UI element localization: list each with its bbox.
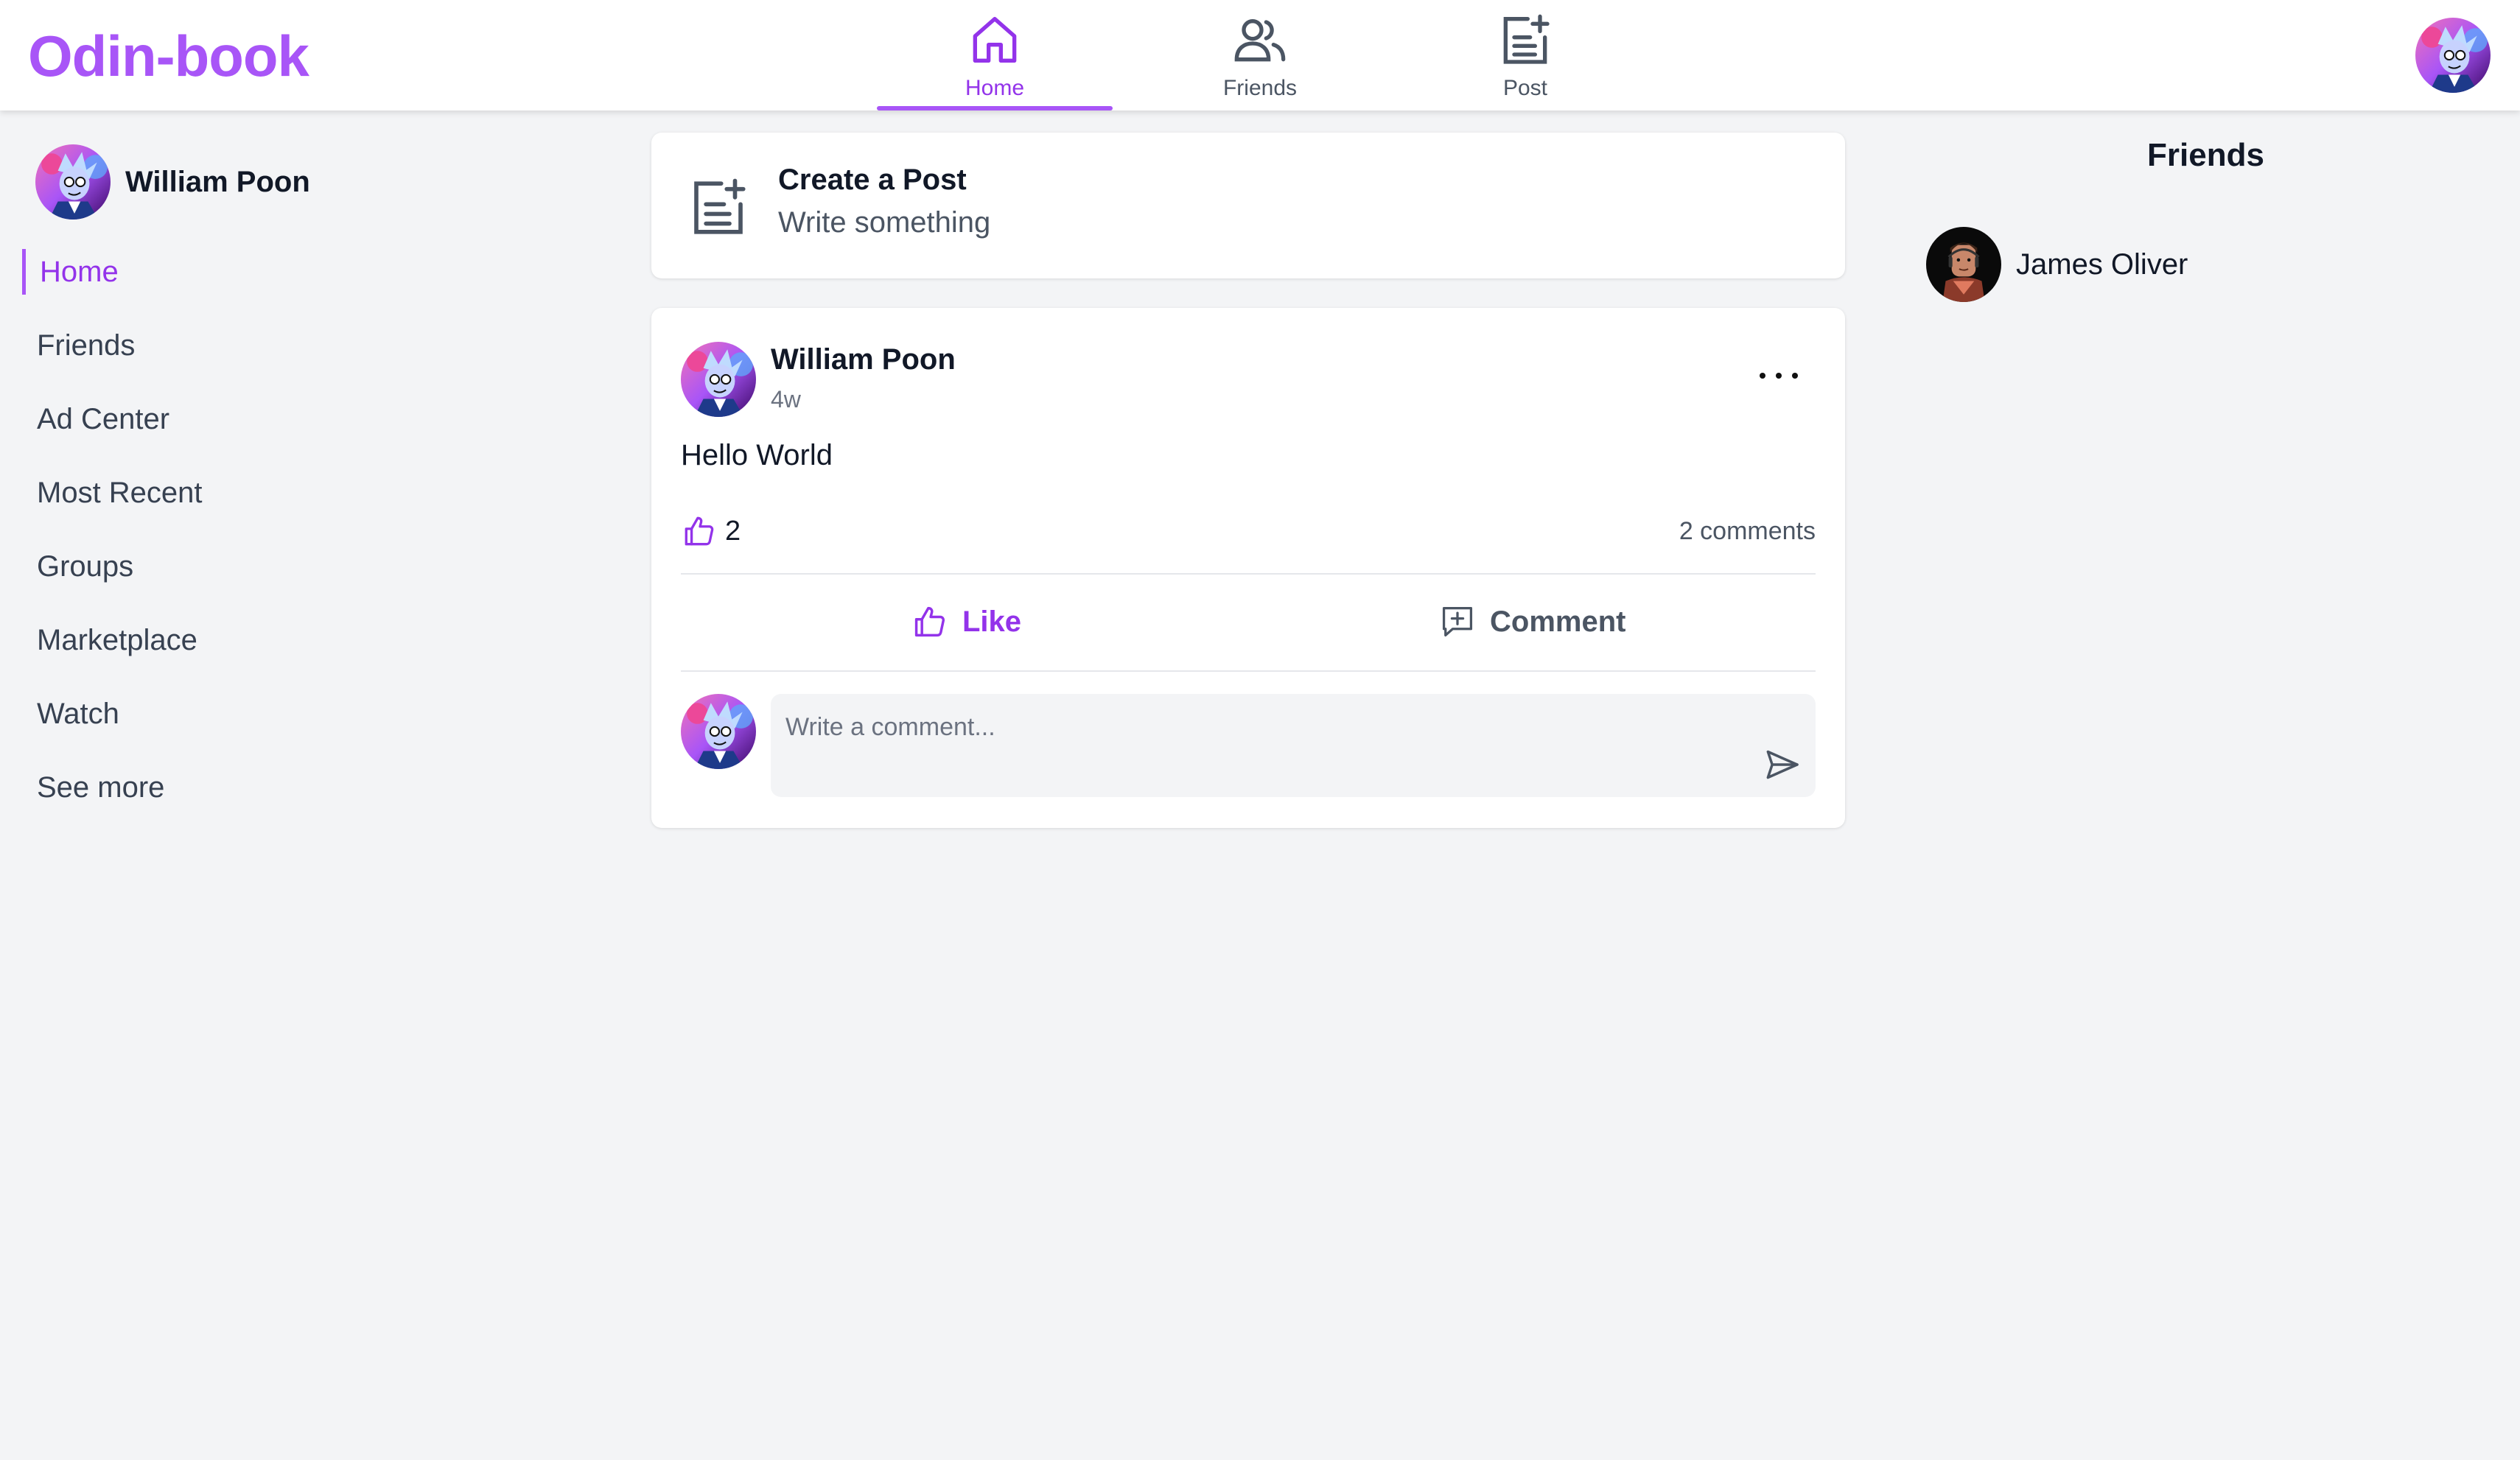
divider: [681, 670, 1816, 672]
sidebar-item-groups[interactable]: Groups: [37, 548, 133, 585]
comment-add-icon: [1442, 606, 1473, 637]
avatar: [35, 144, 111, 220]
nav-tab-friends[interactable]: Friends: [1142, 0, 1378, 110]
thumbs-up-icon: [685, 516, 714, 546]
like-count-value: 2: [725, 515, 741, 547]
user-avatar-image: [681, 342, 756, 417]
friend-avatar-image: [1926, 227, 2001, 302]
more-horizontal-icon[interactable]: [1749, 361, 1808, 390]
post-add-icon: [1503, 14, 1550, 64]
thumbs-up-icon: [914, 606, 945, 637]
nav-tab-label: Post: [1502, 76, 1548, 100]
nav-tab-home[interactable]: Home: [877, 0, 1113, 110]
sidebar-user-name: William Poon: [125, 165, 310, 198]
comment-button[interactable]: Comment: [1438, 600, 1625, 644]
sidebar-item-ad-center[interactable]: Ad Center: [37, 401, 169, 438]
create-post-card[interactable]: Create a Post Write something: [651, 133, 1845, 278]
like-button[interactable]: Like: [911, 600, 1021, 644]
sidebar-profile[interactable]: William Poon: [35, 144, 310, 220]
post-card: William Poon 4w Hello World 2 2 comments…: [651, 308, 1845, 828]
sidebar-item-home[interactable]: Home: [22, 249, 119, 295]
create-post-title: Create a Post: [778, 164, 967, 196]
divider: [681, 573, 1816, 575]
like-count: 2: [681, 513, 741, 550]
create-post-subtitle: Write something: [778, 206, 991, 239]
post-body: Hello World: [681, 439, 833, 471]
sidebar-item-see-more[interactable]: See more: [37, 769, 164, 806]
post-add-icon: [694, 178, 746, 234]
friends-panel-title: Friends: [2147, 137, 2264, 173]
commenter-avatar: [681, 694, 756, 769]
post-timestamp: 4w: [771, 386, 801, 413]
post-author-avatar[interactable]: [681, 342, 756, 417]
nav-tab-post[interactable]: Post: [1407, 0, 1643, 110]
nav-tab-label: Friends: [1222, 76, 1298, 100]
sidebar-item-most-recent[interactable]: Most Recent: [37, 474, 203, 511]
comments-count-link[interactable]: 2 comments: [1679, 517, 1816, 546]
friend-avatar: [1926, 227, 2001, 302]
post-author-name[interactable]: William Poon: [771, 343, 956, 376]
like-button-label: Like: [962, 605, 1022, 638]
send-icon[interactable]: [1761, 744, 1802, 785]
comment-input[interactable]: [785, 709, 1743, 745]
user-avatar-image: [2415, 18, 2491, 93]
account-avatar[interactable]: [2415, 18, 2491, 93]
sidebar-item-watch[interactable]: Watch: [37, 695, 119, 732]
user-avatar-image: [35, 144, 111, 220]
users-icon: [1234, 19, 1286, 62]
sidebar-item-friends[interactable]: Friends: [37, 327, 135, 364]
user-avatar-image: [681, 694, 756, 769]
nav-tab-label: Home: [965, 76, 1025, 100]
comment-button-label: Comment: [1490, 605, 1626, 638]
friend-item[interactable]: James Oliver: [1926, 227, 2188, 302]
home-icon: [973, 17, 1017, 63]
app-logo[interactable]: Odin-book: [28, 22, 309, 90]
sidebar-item-marketplace[interactable]: Marketplace: [37, 622, 197, 659]
top-navbar: Odin-book Home Friends Post: [0, 0, 2520, 110]
friend-name: James Oliver: [2016, 248, 2188, 281]
comment-box: [771, 694, 1816, 797]
